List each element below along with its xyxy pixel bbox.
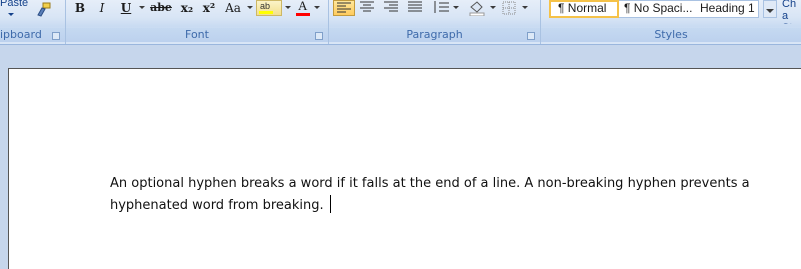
style-no-spacing[interactable]: ¶ No Spaci... (624, 1, 694, 17)
document-area: An optional hyphen breaks a word if it f… (0, 45, 801, 269)
clipboard-group: Paste ipboard (0, 0, 66, 44)
chevron-down-icon (8, 13, 14, 16)
align-center-icon (360, 1, 374, 12)
superscript-button[interactable]: x² (200, 0, 218, 16)
paragraph-group-label: Paragraph (329, 28, 540, 42)
paste-button[interactable]: Paste (0, 0, 30, 26)
shading-button[interactable] (467, 0, 489, 17)
document-page[interactable]: An optional hyphen breaks a word if it f… (8, 68, 801, 269)
font-group-label: Font (66, 28, 328, 42)
font-dialog-launcher[interactable] (315, 32, 323, 40)
style-heading-1[interactable]: Heading 1 (700, 1, 758, 17)
font-color-letter: A (298, 0, 308, 13)
font-color-bar (296, 13, 310, 16)
borders-button[interactable] (501, 0, 521, 16)
paragraph-group: Paragraph (329, 0, 541, 44)
highlight-button[interactable]: ab (256, 0, 282, 16)
align-left-icon (337, 2, 351, 13)
borders-icon (502, 1, 516, 15)
italic-button[interactable]: I (94, 0, 110, 16)
clipboard-dialog-launcher[interactable] (52, 32, 60, 40)
body-paragraph: An optional hyphen breaks a word if it f… (110, 176, 750, 213)
change-case-button[interactable]: Aa (222, 0, 244, 16)
paragraph-dialog-launcher[interactable] (527, 32, 535, 40)
align-right-button[interactable] (381, 0, 403, 16)
underline-dropdown-icon[interactable] (139, 6, 145, 9)
align-left-button[interactable] (333, 0, 355, 16)
styles-more-button[interactable] (763, 0, 777, 18)
align-right-icon (384, 1, 398, 12)
font-color-button[interactable]: A (294, 0, 312, 16)
paint-bucket-icon (469, 1, 485, 17)
ribbon: Paste ipboard B I U abe x₂ x² Aa ab A Fo… (0, 0, 801, 45)
align-center-button[interactable] (357, 0, 379, 16)
line-spacing-icon (434, 1, 449, 13)
highlight-dropdown-icon[interactable] (285, 6, 291, 9)
change-styles-label: Cha St (782, 0, 797, 24)
font-group: B I U abe x₂ x² Aa ab A Font (66, 0, 329, 44)
change-styles-button[interactable]: Cha St (782, 0, 801, 24)
styles-group-label: Styles (541, 28, 801, 42)
subscript-button[interactable]: x₂ (178, 0, 196, 16)
underline-button[interactable]: U (118, 0, 134, 16)
text-cursor (329, 195, 331, 213)
paste-label: Paste (0, 0, 29, 9)
highlighter-icon: ab (260, 1, 271, 11)
more-icon (766, 9, 774, 13)
format-painter-icon[interactable] (36, 2, 52, 18)
highlight-color-bar (259, 11, 273, 14)
bold-button[interactable]: B (72, 0, 88, 16)
strikethrough-button[interactable]: abe (149, 0, 173, 16)
quick-styles-gallery: ¶ Normal ¶ No Spaci... Heading 1 (549, 0, 759, 18)
borders-dropdown-icon[interactable] (522, 6, 528, 9)
font-color-dropdown-icon[interactable] (314, 6, 320, 9)
justify-button[interactable] (405, 0, 427, 16)
style-normal[interactable]: ¶ Normal (549, 0, 619, 18)
line-spacing-dropdown-icon[interactable] (453, 6, 459, 9)
change-case-dropdown-icon[interactable] (247, 6, 253, 9)
shading-dropdown-icon[interactable] (490, 6, 496, 9)
document-body[interactable]: An optional hyphen breaks a word if it f… (110, 173, 770, 217)
justify-icon (408, 1, 422, 12)
